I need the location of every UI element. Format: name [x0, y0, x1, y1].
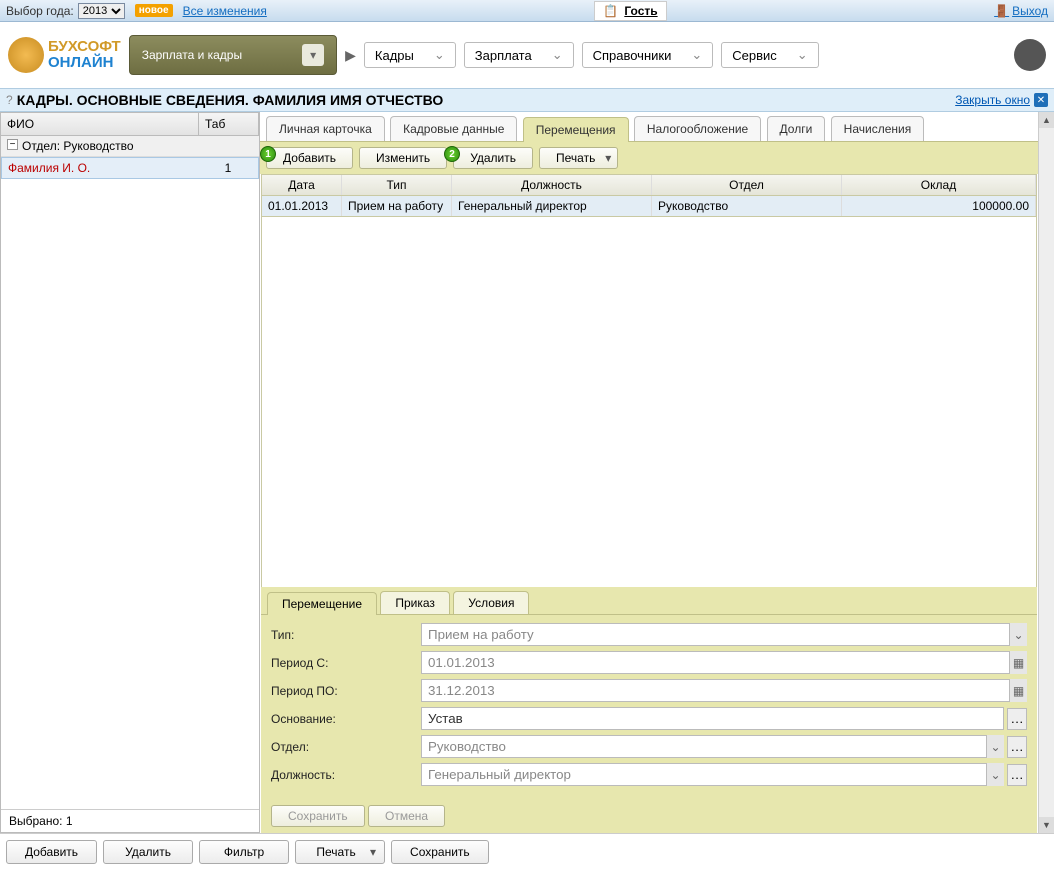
- col-fio[interactable]: ФИО: [1, 113, 199, 135]
- label-basis: Основание:: [271, 712, 421, 726]
- form-actions: Сохранить Отмена: [261, 799, 1037, 833]
- delete-button[interactable]: Удалить: [453, 147, 533, 169]
- input-period-to[interactable]: [421, 679, 1027, 702]
- grid-row[interactable]: 01.01.2013 Прием на работу Генеральный д…: [262, 196, 1036, 216]
- logo-text-1: БУХСОФТ: [48, 39, 121, 56]
- form-cancel-button[interactable]: Отмена: [368, 805, 445, 827]
- input-type[interactable]: [421, 623, 1027, 646]
- employee-list-panel: ФИО Таб − Отдел: Руководство Фамилия И. …: [0, 112, 260, 833]
- label-period-from: Период С:: [271, 656, 421, 670]
- logo-text-2: ОНЛАЙН: [48, 55, 121, 72]
- transfers-grid: Дата Тип Должность Отдел Оклад 01.01.201…: [261, 174, 1037, 217]
- bottom-print-button[interactable]: Печать: [295, 840, 385, 864]
- hint-pin-2: 2: [444, 146, 460, 162]
- tab-transfers[interactable]: Перемещения: [523, 117, 629, 142]
- col-salary[interactable]: Оклад: [842, 175, 1036, 195]
- form-save-button[interactable]: Сохранить: [271, 805, 365, 827]
- tab-personal-card[interactable]: Личная карточка: [266, 116, 385, 141]
- all-changes-link[interactable]: Все изменения: [183, 4, 267, 18]
- bottom-delete-button[interactable]: Удалить: [103, 840, 193, 864]
- detail-form: Тип: ⌄ Период С: ▦ Период ПО: ▦ Основани…: [261, 614, 1037, 799]
- workspace: ФИО Таб − Отдел: Руководство Фамилия И. …: [0, 112, 1054, 834]
- bottom-add-button[interactable]: Добавить: [6, 840, 97, 864]
- calendar-icon[interactable]: ▦: [1009, 651, 1027, 674]
- dept-picker-button[interactable]: …: [1007, 736, 1027, 758]
- detail-subtabs: Перемещение Приказ Условия: [261, 587, 1037, 614]
- menu-servis[interactable]: Сервис⌄: [721, 42, 818, 68]
- list-header: ФИО Таб: [1, 113, 259, 136]
- new-badge: новое: [135, 4, 173, 17]
- module-selector[interactable]: Зарплата и кадры ▾: [129, 35, 337, 75]
- page-title-row: ? КАДРЫ. ОСНОВНЫЕ СВЕДЕНИЯ. ФАМИЛИЯ ИМЯ …: [0, 88, 1054, 112]
- input-dept[interactable]: [421, 735, 1004, 758]
- chevron-down-icon[interactable]: ⌄: [1009, 623, 1027, 646]
- breadcrumb-arrow-icon: ▶: [345, 47, 356, 64]
- basis-picker-button[interactable]: …: [1007, 708, 1027, 730]
- grid-empty-area: [261, 217, 1037, 587]
- grid-toolbar: 1 Добавить Изменить 2 Удалить Печать: [260, 142, 1038, 174]
- avatar[interactable]: [1014, 39, 1046, 71]
- subtab-conditions[interactable]: Условия: [453, 591, 529, 614]
- exit-icon: 🚪: [994, 4, 1009, 18]
- add-button[interactable]: Добавить: [266, 147, 353, 169]
- edit-button[interactable]: Изменить: [359, 147, 447, 169]
- exit-link[interactable]: 🚪Выход: [994, 4, 1048, 18]
- year-select[interactable]: 2013: [78, 3, 125, 19]
- close-icon[interactable]: ✕: [1034, 93, 1048, 107]
- label-position: Должность:: [271, 768, 421, 782]
- employee-name: Фамилия И. О.: [2, 158, 198, 178]
- year-label: Выбор года:: [6, 4, 74, 18]
- col-dept[interactable]: Отдел: [652, 175, 842, 195]
- scrollbar[interactable]: ▲ ▼: [1038, 112, 1054, 833]
- chevron-down-icon[interactable]: ⌄: [986, 763, 1004, 786]
- col-date[interactable]: Дата: [262, 175, 342, 195]
- col-type[interactable]: Тип: [342, 175, 452, 195]
- dept-row[interactable]: − Отдел: Руководство: [1, 136, 259, 157]
- calendar-icon: 📋: [603, 4, 618, 18]
- list-empty-area: [1, 179, 259, 809]
- tab-hr-data[interactable]: Кадровые данные: [390, 116, 517, 141]
- scroll-up-icon[interactable]: ▲: [1039, 112, 1054, 128]
- menu-zarplata[interactable]: Зарплата⌄: [464, 42, 574, 68]
- guest-link[interactable]: Гость: [624, 4, 657, 18]
- main-tabs: Личная карточка Кадровые данные Перемеще…: [260, 112, 1038, 142]
- topbar: Выбор года: 2013 новое Все изменения 📋 Г…: [0, 0, 1054, 22]
- label-dept: Отдел:: [271, 740, 421, 754]
- label-period-to: Период ПО:: [271, 684, 421, 698]
- subtab-transfer[interactable]: Перемещение: [267, 592, 377, 615]
- subtab-order[interactable]: Приказ: [380, 591, 450, 614]
- bottom-save-button[interactable]: Сохранить: [391, 840, 489, 864]
- help-icon[interactable]: ?: [6, 93, 13, 107]
- input-period-from[interactable]: [421, 651, 1027, 674]
- print-button[interactable]: Печать: [539, 147, 618, 169]
- position-picker-button[interactable]: …: [1007, 764, 1027, 786]
- selected-count: Выбрано: 1: [1, 809, 259, 832]
- page-title: КАДРЫ. ОСНОВНЫЕ СВЕДЕНИЯ. ФАМИЛИЯ ИМЯ ОТ…: [17, 92, 956, 108]
- close-window-link[interactable]: Закрыть окно: [955, 93, 1030, 107]
- scroll-down-icon[interactable]: ▼: [1039, 817, 1054, 833]
- tab-accruals[interactable]: Начисления: [831, 116, 925, 141]
- bottom-filter-button[interactable]: Фильтр: [199, 840, 289, 864]
- bottom-toolbar: Добавить Удалить Фильтр Печать Сохранить: [0, 834, 1054, 870]
- logo-icon: [8, 37, 44, 73]
- employee-row[interactable]: Фамилия И. О. 1: [1, 157, 259, 179]
- col-tab[interactable]: Таб: [199, 113, 259, 135]
- col-position[interactable]: Должность: [452, 175, 652, 195]
- logo[interactable]: БУХСОФТ ОНЛАЙН: [8, 37, 121, 73]
- hint-pin-1: 1: [260, 146, 276, 162]
- chevron-down-icon[interactable]: ⌄: [986, 735, 1004, 758]
- main-header: БУХСОФТ ОНЛАЙН Зарплата и кадры ▾ ▶ Кадр…: [0, 22, 1054, 88]
- menu-spravochniki[interactable]: Справочники⌄: [582, 42, 714, 68]
- calendar-icon[interactable]: ▦: [1009, 679, 1027, 702]
- tab-debts[interactable]: Долги: [767, 116, 826, 141]
- label-type: Тип:: [271, 628, 421, 642]
- employee-tab: 1: [198, 158, 258, 178]
- input-position[interactable]: [421, 763, 1004, 786]
- chevron-down-icon: ▾: [302, 44, 324, 66]
- collapse-icon[interactable]: −: [7, 139, 18, 150]
- guest-box: 📋 Гость: [594, 1, 666, 21]
- menu-kadry[interactable]: Кадры⌄: [364, 42, 456, 68]
- input-basis[interactable]: [421, 707, 1004, 730]
- tab-taxation[interactable]: Налогообложение: [634, 116, 761, 141]
